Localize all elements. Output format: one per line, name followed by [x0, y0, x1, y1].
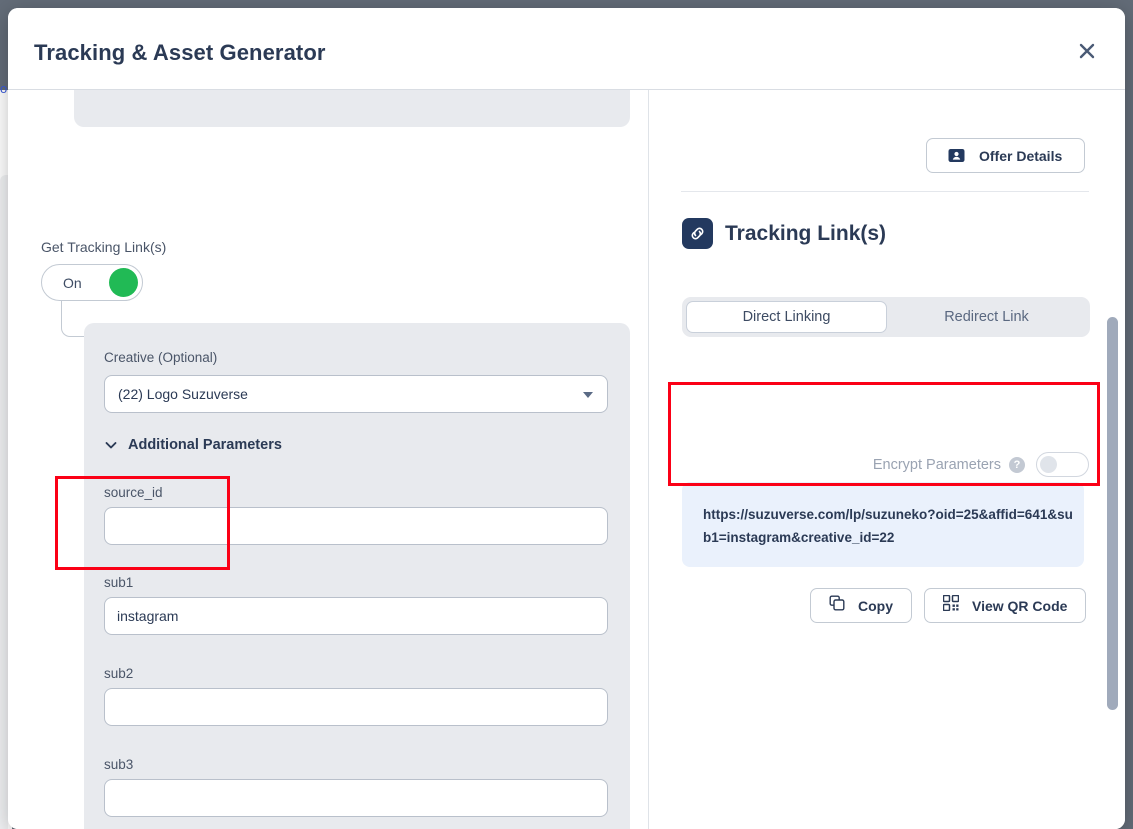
creative-label: Creative (Optional) — [104, 350, 217, 365]
field-sub3: sub3 — [104, 757, 608, 817]
tab-direct-linking[interactable]: Direct Linking — [686, 301, 887, 333]
copy-icon — [829, 595, 845, 616]
copy-label: Copy — [858, 598, 893, 614]
parameters-card: Creative (Optional) (22) Logo Suzuverse … — [84, 323, 630, 829]
tracking-links-heading: Tracking Link(s) — [682, 218, 886, 249]
section-divider — [681, 191, 1089, 192]
view-qr-code-label: View QR Code — [972, 598, 1067, 614]
link-type-tabs: Direct Linking Redirect Link — [682, 297, 1090, 337]
preview-column: Offer Details Tracking Link(s) Direct Li… — [649, 90, 1125, 829]
get-tracking-links-label: Get Tracking Link(s) — [41, 239, 166, 255]
scrollbar-thumb[interactable] — [1107, 317, 1118, 710]
dialog-scrollbar[interactable] — [1104, 172, 1121, 829]
field-label-sub3: sub3 — [104, 757, 608, 772]
page-title: Tracking & Asset Generator — [34, 40, 326, 66]
link-chain-icon — [682, 218, 713, 249]
field-sub2: sub2 — [104, 666, 608, 726]
sub2-input[interactable] — [104, 688, 608, 726]
offer-details-label: Offer Details — [979, 148, 1062, 164]
creative-selected-value: (22) Logo Suzuverse — [118, 386, 248, 402]
previous-section-card — [74, 90, 630, 127]
get-tracking-links-toggle[interactable]: On — [41, 264, 143, 301]
tracking-link-box[interactable]: https://suzuverse.com/lp/suzuneko?oid=25… — [682, 482, 1084, 567]
form-column: Get Tracking Link(s) On Creative (Option… — [8, 90, 648, 829]
view-qr-code-button[interactable]: View QR Code — [924, 588, 1086, 623]
qr-code-icon — [943, 595, 959, 616]
encrypt-parameters-label: Encrypt Parameters — [873, 457, 1001, 473]
toggle-knob — [109, 268, 138, 297]
additional-parameters-toggle[interactable]: Additional Parameters — [104, 437, 282, 453]
dialog-header: Tracking & Asset Generator — [8, 8, 1125, 90]
tracking-asset-generator-dialog: Tracking & Asset Generator Get Tracking … — [8, 8, 1125, 829]
dialog-body: Get Tracking Link(s) On Creative (Option… — [8, 90, 1125, 829]
chevron-down-icon — [583, 392, 593, 398]
close-icon[interactable] — [1071, 35, 1103, 67]
sub1-input[interactable] — [104, 597, 608, 635]
copy-button[interactable]: Copy — [810, 588, 912, 623]
additional-parameters-label: Additional Parameters — [128, 437, 282, 453]
field-label-sub1: sub1 — [104, 575, 608, 590]
tab-redirect-link[interactable]: Redirect Link — [887, 301, 1086, 333]
toggle-connector-line — [61, 300, 86, 337]
sub3-input[interactable] — [104, 779, 608, 817]
offer-details-button[interactable]: Offer Details — [926, 138, 1085, 173]
tracking-links-title: Tracking Link(s) — [725, 222, 886, 246]
source-id-input[interactable] — [104, 507, 608, 545]
chevron-down-icon — [104, 438, 118, 452]
encrypt-parameters-toggle[interactable] — [1036, 452, 1089, 477]
creative-select[interactable]: (22) Logo Suzuverse — [104, 375, 608, 413]
toggle-knob — [1040, 456, 1057, 473]
field-label-sub2: sub2 — [104, 666, 608, 681]
encrypt-parameters-row: Encrypt Parameters ? — [873, 452, 1089, 477]
background-panel-secondary — [0, 175, 8, 829]
contact-card-icon — [948, 147, 965, 164]
field-label-source-id: source_id — [104, 485, 608, 500]
field-sub1: sub1 — [104, 575, 608, 635]
field-source-id: source_id — [104, 485, 608, 545]
tracking-link-text: https://suzuverse.com/lp/suzuneko?oid=25… — [703, 503, 1075, 549]
toggle-state-label: On — [63, 275, 82, 291]
link-action-buttons: Copy View QR Code — [810, 588, 1086, 623]
help-icon[interactable]: ? — [1009, 457, 1025, 473]
